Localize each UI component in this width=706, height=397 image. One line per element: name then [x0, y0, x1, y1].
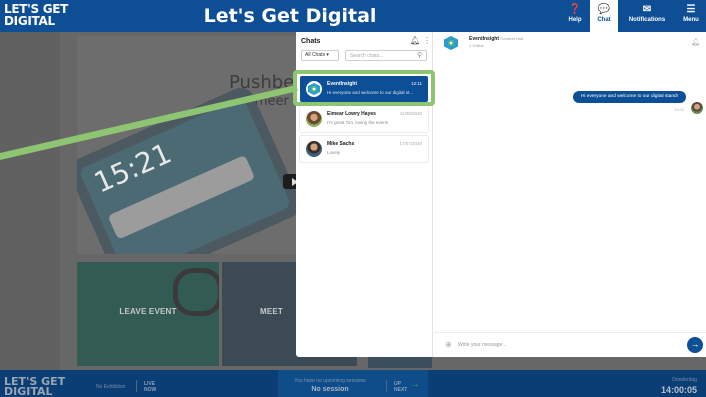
event-status: No Exhibition [96, 384, 126, 390]
nav-notifications-button[interactable]: ✉ Notifications [618, 0, 676, 32]
conversation-name: EventInsight [469, 36, 500, 42]
bell-icon[interactable]: 🔔︎ [691, 38, 700, 46]
help-icon: ❓ [568, 4, 582, 15]
chat-item-time: 17/07/2020 [399, 141, 422, 146]
footer-divider [386, 380, 387, 392]
leave-event-label: LEAVE EVENT [119, 307, 177, 316]
conversation-title: EventInsight General chat [469, 36, 523, 42]
chat-item-eimear[interactable]: Eimear Lowry Hayes I'm great Tim, loving… [300, 106, 428, 132]
clock-time: 14:00:05 [660, 385, 697, 395]
clock-date: Donderdag [672, 377, 697, 383]
leave-event-tile[interactable]: LEAVE EVENT [77, 262, 219, 366]
live-now-button[interactable]: LIVE NOW [144, 381, 156, 393]
chat-filter-select[interactable]: All Chats ▾ [301, 50, 339, 61]
session-title: No session [311, 386, 349, 393]
chat-icon: 💬 [597, 4, 611, 15]
chat-item-name: Eimear Lowry Hayes [327, 111, 376, 117]
menu-icon: ☰ [686, 4, 696, 15]
chat-item-mike[interactable]: Mike Sachs Lovely 17/07/2020 [300, 136, 428, 162]
up-next-button[interactable]: UP NEXT [394, 381, 407, 393]
conversation-type: General chat [500, 36, 524, 41]
chat-item-name: Mike Sachs [327, 141, 355, 147]
add-attachment-icon[interactable]: ⊕ [445, 340, 452, 349]
conversation-pane: EventInsight General chat 1 Online 🔔︎ Hi… [434, 32, 706, 357]
online-status: 1 Online [469, 43, 484, 48]
chat-item-preview: Lovely [327, 150, 341, 155]
chat-search-input[interactable] [345, 50, 427, 61]
avatar [306, 111, 322, 127]
more-vertical-icon[interactable]: ⋮ [423, 36, 431, 45]
chats-title: Chats [301, 38, 321, 45]
top-nav: ❓ Help 💬 Chat ✉ Notifications ☰ Menu [560, 0, 706, 32]
avatar [306, 141, 322, 157]
message-input[interactable] [458, 340, 678, 350]
nav-menu-button[interactable]: ☰ Menu [676, 0, 706, 32]
envelope-icon: ✉ [642, 4, 652, 15]
footer-divider [136, 380, 137, 392]
message-time: 12:11 [674, 107, 684, 112]
session-subtitle: You have no upcoming sessions [294, 378, 366, 384]
nav-help-button[interactable]: ❓ Help [560, 0, 590, 32]
nav-menu-label: Menu [683, 17, 699, 23]
left-strip [0, 32, 60, 370]
app-title: Let's Get Digital [203, 5, 377, 27]
footer-logo: LET'S GET DIGITAL [4, 376, 65, 397]
highlight-box [293, 70, 435, 106]
nav-notifications-label: Notifications [628, 17, 666, 23]
chat-item-preview: I'm great Tim, loving the event! [327, 120, 389, 125]
arrow-right-icon: → [410, 379, 420, 390]
message-composer: ⊕ → [434, 332, 706, 357]
nav-chat-button[interactable]: 💬 Chat [590, 0, 618, 32]
send-button[interactable]: → [687, 337, 703, 353]
now-label: NOW [144, 387, 157, 393]
nav-chat-label: Chat [597, 17, 611, 23]
next-label: NEXT [394, 387, 408, 393]
bell-icon[interactable]: 🔔︎ [410, 36, 420, 45]
search-icon: ⚲ [417, 52, 423, 59]
nav-help-label: Help [568, 17, 582, 23]
chat-filter-value: All Chats [305, 52, 326, 58]
avatar [691, 102, 703, 114]
tile-partial [368, 356, 432, 368]
chat-item-time: 11/08/2020 [399, 111, 422, 116]
footer-logo-line-2: DIGITAL [4, 385, 53, 397]
top-bar: LET'S GET DIGITAL Let's Get Digital ❓ He… [0, 0, 706, 32]
eventinsight-logo-icon [444, 36, 458, 50]
message-bubble: Hi everyone and welcome to our digital s… [572, 91, 686, 103]
